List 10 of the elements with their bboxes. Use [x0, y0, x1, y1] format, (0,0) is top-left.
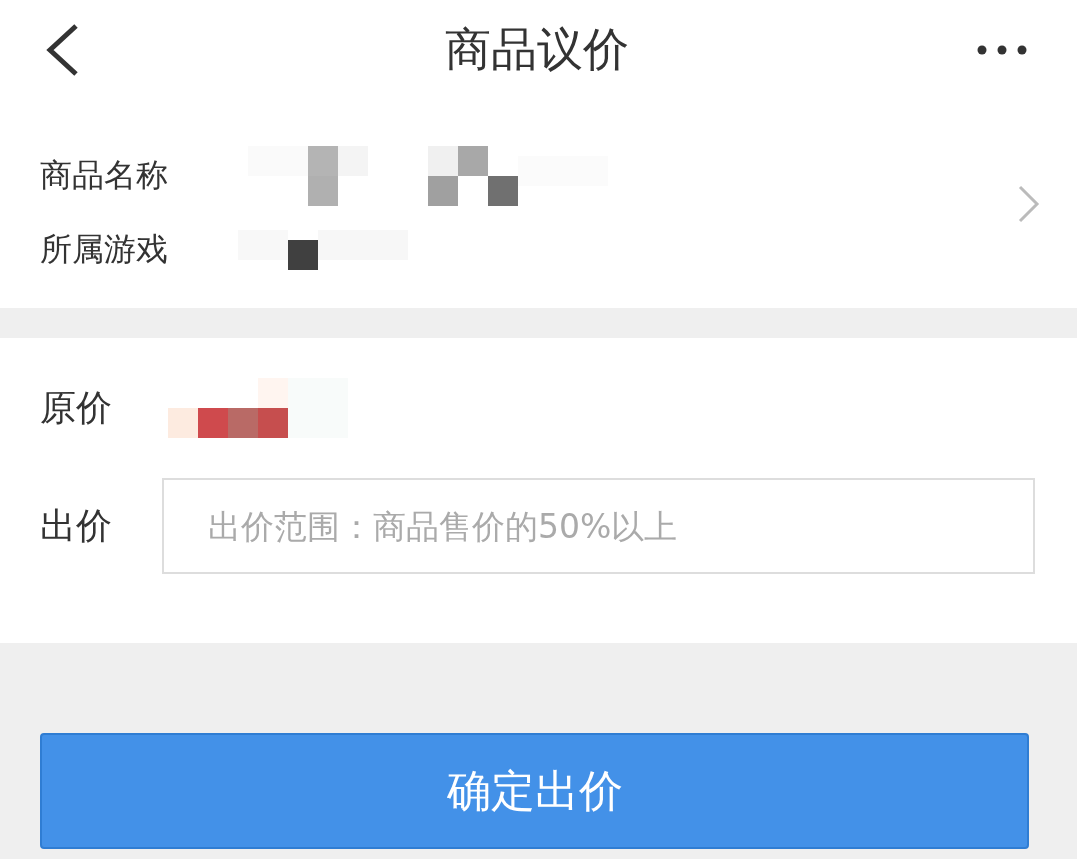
- page-title: 商品议价: [443, 21, 630, 78]
- chevron-right-icon: [1017, 184, 1041, 224]
- field-label: 商品名称: [40, 155, 168, 196]
- back-icon[interactable]: [46, 24, 80, 76]
- original-price-label: 原价: [40, 385, 112, 430]
- more-icon[interactable]: [977, 45, 1027, 55]
- bid-input-field[interactable]: 出价范围：商品售价的50%以上: [162, 478, 1035, 574]
- confirm-bid-button[interactable]: 确定出价: [40, 733, 1029, 849]
- bid-label: 出价: [40, 503, 112, 548]
- field-label: 所属游戏: [40, 229, 168, 270]
